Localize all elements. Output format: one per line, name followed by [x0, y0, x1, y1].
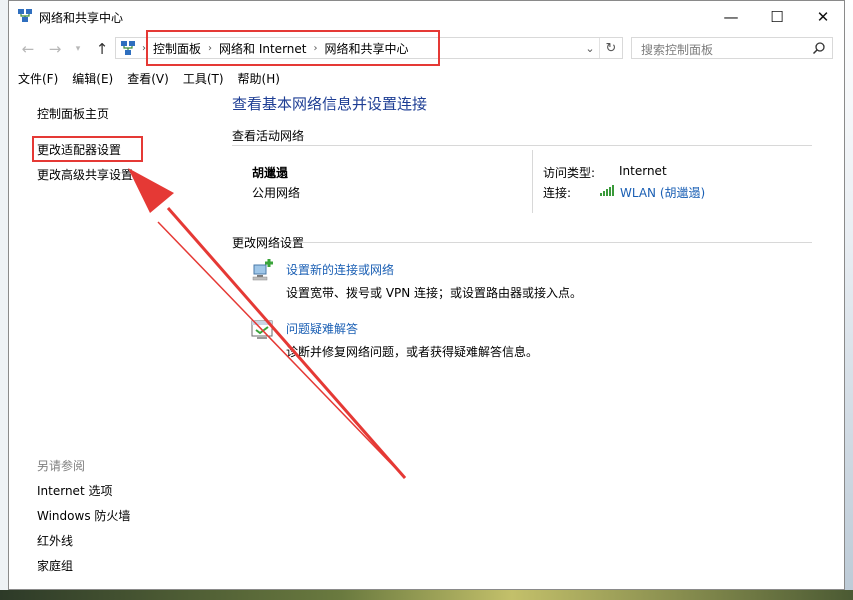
- access-type-value: Internet: [619, 164, 667, 178]
- control-panel-window: 网络和共享中心 — ☐ ✕ ← → ▾ ↑ › 控制面板 › 网络和 Inter…: [8, 0, 845, 590]
- wifi-signal-icon: [600, 185, 614, 196]
- menu-tools[interactable]: 工具(T): [174, 67, 229, 89]
- menu-edit[interactable]: 编辑(E): [63, 67, 118, 89]
- network-name: 胡邋遢: [252, 166, 289, 180]
- new-connection-icon: [252, 259, 273, 281]
- task-new-connection-desc: 设置宽带、拨号或 VPN 连接；或设置路由器或接入点。: [286, 286, 583, 300]
- wlan-connection-link[interactable]: WLAN (胡邋遢): [620, 184, 705, 201]
- troubleshoot-icon: [251, 320, 273, 339]
- search-icon[interactable]: [812, 41, 826, 55]
- close-button[interactable]: ✕: [800, 1, 846, 33]
- window-title: 网络和共享中心: [39, 11, 124, 25]
- menu-bar: 文件(F) 编辑(E) 查看(V) 工具(T) 帮助(H): [9, 67, 844, 89]
- divider: [299, 242, 812, 243]
- page-title: 查看基本网络信息并设置连接: [232, 95, 428, 113]
- maximize-button[interactable]: ☐: [754, 1, 800, 33]
- desktop-strip-left: [0, 0, 8, 600]
- network-center-icon: [18, 9, 32, 22]
- change-settings-label: 更改网络设置: [232, 236, 305, 250]
- access-type-label: 访问类型:: [543, 166, 596, 180]
- see-also-infrared[interactable]: 红外线: [37, 532, 73, 549]
- search-box[interactable]: 搜索控制面板: [631, 37, 833, 59]
- menu-view[interactable]: 查看(V): [118, 67, 174, 89]
- menu-file[interactable]: 文件(F): [9, 67, 63, 89]
- divider: [232, 145, 812, 146]
- see-also-internet-options[interactable]: Internet 选项: [37, 482, 112, 499]
- see-also-homegroup[interactable]: 家庭组: [37, 557, 73, 574]
- active-networks-label: 查看活动网络: [232, 129, 305, 143]
- recent-locations-chevron-icon[interactable]: ▾: [67, 39, 89, 59]
- search-input[interactable]: 搜索控制面板: [641, 41, 713, 58]
- up-arrow-icon[interactable]: ↑: [91, 39, 113, 59]
- sidebar-change-advanced-sharing[interactable]: 更改高级共享设置: [37, 166, 133, 183]
- task-troubleshoot-desc: 诊断并修复网络问题，或者获得疑难解答信息。: [286, 345, 539, 359]
- address-network-icon: [121, 41, 135, 55]
- task-new-connection-link[interactable]: 设置新的连接或网络: [286, 261, 394, 278]
- vertical-divider: [532, 150, 533, 213]
- task-troubleshoot-link[interactable]: 问题疑难解答: [286, 320, 358, 337]
- back-arrow-icon[interactable]: ←: [17, 39, 39, 59]
- title-bar: 网络和共享中心 — ☐ ✕: [9, 1, 844, 33]
- network-type[interactable]: 公用网络: [252, 184, 300, 201]
- adapter-settings-highlight-box: [32, 136, 143, 162]
- sidebar-control-panel-home[interactable]: 控制面板主页: [37, 105, 109, 122]
- see-also-label: 另请参阅: [37, 459, 86, 473]
- refresh-icon[interactable]: ↻: [599, 38, 622, 58]
- address-dropdown-icon[interactable]: ⌄: [582, 39, 598, 57]
- minimize-button[interactable]: —: [708, 1, 754, 33]
- connection-label: 连接:: [543, 186, 572, 200]
- forward-arrow-icon[interactable]: →: [44, 39, 66, 59]
- breadcrumb-highlight-box: [146, 30, 440, 66]
- menu-help[interactable]: 帮助(H): [229, 67, 285, 89]
- see-also-windows-firewall[interactable]: Windows 防火墙: [37, 507, 130, 524]
- desktop-strip-bottom: [0, 590, 853, 600]
